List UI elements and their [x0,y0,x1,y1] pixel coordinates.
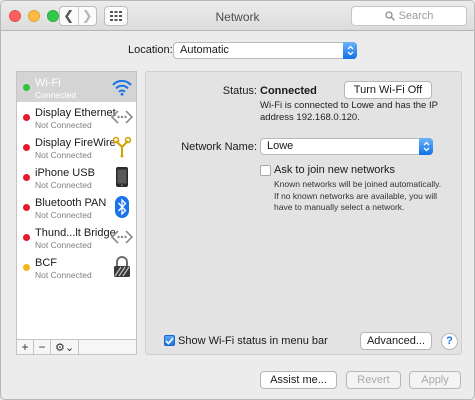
revert-button[interactable]: Revert [346,371,401,389]
help-button[interactable]: ? [441,333,458,350]
popup-arrows-icon [419,138,433,155]
checkmark-icon [165,336,174,345]
remove-service-button[interactable]: − [34,340,51,354]
gear-icon[interactable]: ⚙⌄ [51,340,79,354]
bluetooth-icon [111,195,133,219]
location-popup[interactable]: Automatic [173,42,357,59]
ethernet-icon [111,105,133,129]
status-dot [23,204,30,211]
location-value: Automatic [180,44,229,56]
status-dot [23,174,30,181]
show-wifi-status-checkbox[interactable] [164,335,175,346]
search-icon [384,11,395,21]
iphone-icon [111,165,133,189]
search-field[interactable]: Search [351,6,467,26]
status-value: Connected [260,85,317,97]
status-dot [23,234,30,241]
service-item-display-ethernet[interactable]: Display Ethernet Not Connected [17,102,136,132]
status-dot [23,144,30,151]
service-item-iphone-usb[interactable]: iPhone USB Not Connected [17,162,136,192]
service-name: BCF [35,257,57,269]
firewire-icon [111,135,133,159]
service-name: Thund...lt Bridge [35,227,116,239]
service-item-wifi[interactable]: Wi-Fi Connected [17,72,136,102]
network-name-label: Network Name: [181,141,257,153]
service-name: iPhone USB [35,167,95,179]
assist-me-button[interactable]: Assist me... [260,371,337,389]
status-label: Status: [222,85,257,97]
service-name: Bluetooth PAN [35,197,107,209]
popup-arrows-icon [343,42,357,59]
search-placeholder: Search [398,10,434,22]
ask-to-join-label: Ask to join new networks [274,164,396,176]
status-description: Wi-Fi is connected to Lowe and has the I… [260,100,438,123]
service-status: Not Connected [35,270,92,280]
network-name-value: Lowe [267,140,294,152]
wifi-icon [111,75,133,99]
service-status: Not Connected [35,150,92,160]
turn-wifi-off-button[interactable]: Turn Wi-Fi Off [344,81,432,99]
apply-button[interactable]: Apply [409,371,461,389]
service-status: Not Connected [35,210,92,220]
service-list-toolbar: + − ⚙⌄ [16,339,137,355]
service-name: Wi-Fi [35,77,61,89]
service-status: Not Connected [35,180,92,190]
add-service-button[interactable]: + [17,340,34,354]
ask-to-join-checkbox[interactable] [260,165,271,176]
service-item-display-firewire[interactable]: Display FireWire Not Connected [17,132,136,162]
ask-to-join-description: Known networks will be joined automatica… [274,179,442,212]
service-status: Connected [35,90,77,100]
network-preferences-window: ❮ ❯ Network Search Location: Automatic W… [0,0,475,400]
service-status: Not Connected [35,120,92,130]
status-dot [23,264,30,271]
service-name: Display FireWire [35,137,116,149]
location-label: Location: [128,44,173,56]
service-item-thunderbolt-bridge[interactable]: Thund...lt Bridge Not Connected [17,222,136,252]
vpn-lock-icon [111,255,133,279]
service-list: Wi-Fi Connected Display Ethernet Not Con… [16,71,137,355]
status-dot [23,84,30,91]
service-name: Display Ethernet [35,107,116,119]
thunderbolt-bridge-icon [111,225,133,249]
title-bar: ❮ ❯ Network Search [1,1,474,31]
network-name-popup[interactable]: Lowe [260,138,433,155]
advanced-button[interactable]: Advanced... [360,332,432,350]
service-item-bluetooth-pan[interactable]: Bluetooth PAN Not Connected [17,192,136,222]
status-dot [23,114,30,121]
show-wifi-status-label: Show Wi-Fi status in menu bar [178,335,328,347]
service-item-bcf[interactable]: BCF Not Connected [17,252,136,282]
service-status: Not Connected [35,240,92,250]
